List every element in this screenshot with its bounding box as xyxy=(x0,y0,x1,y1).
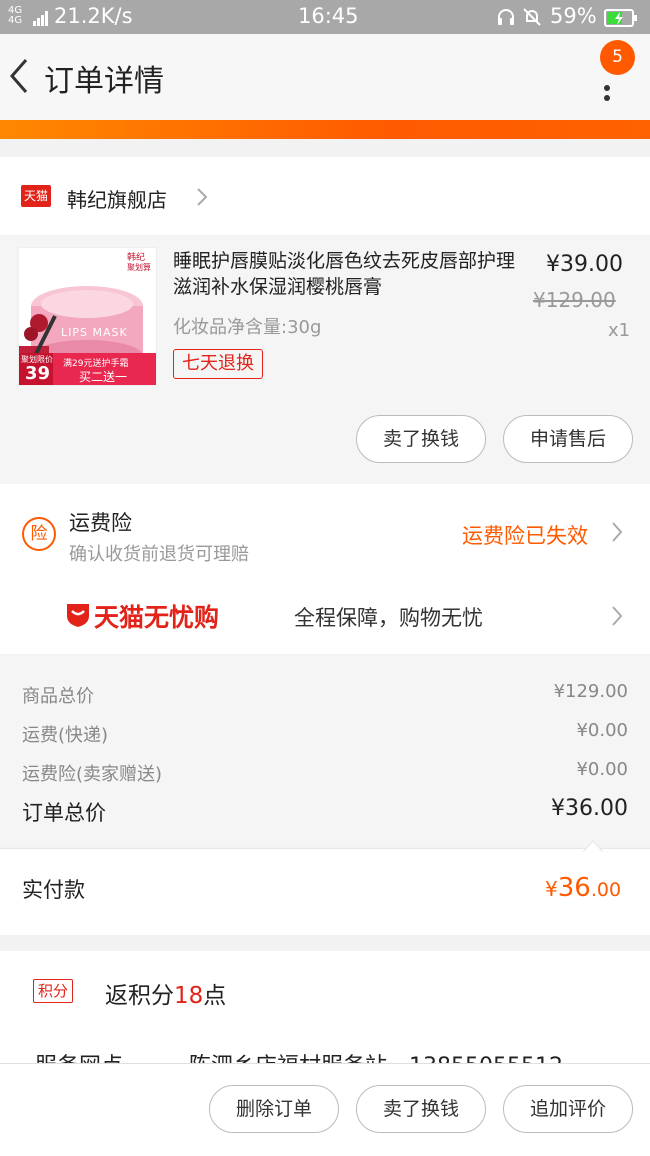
paid-currency: ¥ xyxy=(545,877,558,901)
signal-label: 4G 4G xyxy=(8,5,23,26)
paid-label: 实付款 xyxy=(22,878,85,902)
paid-main: 36 xyxy=(557,873,591,903)
sell-for-cash-button[interactable]: 卖了换钱 xyxy=(356,1085,486,1133)
delete-order-button[interactable]: 删除订单 xyxy=(209,1085,339,1133)
summary-label-goods: 商品总价 xyxy=(22,686,94,707)
thumb-deal-price: 39 xyxy=(25,363,51,384)
paid-amount: ¥36.00 xyxy=(545,873,621,903)
summary-label-insurance: 运费险(卖家赠送) xyxy=(22,764,163,785)
points-text: 返积分18点 xyxy=(105,976,226,1010)
notification-badge: 5 xyxy=(600,40,635,75)
after-sale-button[interactable]: 申请售后 xyxy=(503,415,633,463)
tmall-logo: 天猫 xyxy=(21,185,51,207)
product-name[interactable]: 睡眠护唇膜贴淡化唇色纹去死皮唇部护理滋润补水保湿润樱桃唇膏 xyxy=(173,248,528,300)
insurance-title: 运费险 xyxy=(69,511,132,535)
sell-for-cash-button[interactable]: 卖了换钱 xyxy=(356,415,486,463)
product-quantity: x1 xyxy=(608,320,631,341)
product-thumbnail[interactable]: 韩纪 聚划算 LIPS MASK 聚划限价 39 满29元送护手霜 买二送一 xyxy=(18,247,157,386)
summary-value-goods: ¥129.00 xyxy=(553,681,628,702)
shop-name[interactable]: 韩纪旗舰店 xyxy=(67,184,167,213)
thumb-mask-label: LIPS MASK xyxy=(61,326,128,339)
signal-icon xyxy=(32,8,50,32)
chevron-right-icon xyxy=(194,186,210,208)
paid-cents: .00 xyxy=(590,879,622,901)
insurance-status-link[interactable]: 运费险已失效 xyxy=(462,520,588,550)
status-bar: 4G 4G 21.2K/s 16:45 59% xyxy=(0,0,650,34)
summary-label-shipping: 运费(快递) xyxy=(22,725,109,746)
points-count: 18 xyxy=(174,983,204,1009)
page-title: 订单详情 xyxy=(44,64,164,99)
header: 订单详情 xyxy=(0,34,650,120)
network-speed: 21.2K/s xyxy=(54,4,133,28)
shield-icon xyxy=(64,600,92,628)
add-review-button[interactable]: 追加评价 xyxy=(503,1085,633,1133)
summary-value-shipping: ¥0.00 xyxy=(576,720,628,741)
insurance-subtitle: 确认收货前退货可理赔 xyxy=(69,544,249,565)
chevron-right-icon xyxy=(610,604,624,628)
order-progress-strip xyxy=(0,120,650,139)
battery-percent: 59% xyxy=(550,4,597,28)
caret-up-icon xyxy=(582,837,604,853)
order-total-label: 订单总价 xyxy=(22,801,106,825)
mute-bell-icon xyxy=(522,7,542,32)
points-tag: 积分 xyxy=(33,979,74,1003)
points-prefix: 返积分 xyxy=(105,983,174,1009)
product-spec: 化妆品净含量:30g xyxy=(173,317,322,338)
thumb-sub: 聚划算 xyxy=(127,263,151,272)
clock: 16:45 xyxy=(298,4,359,28)
wuyou-description[interactable]: 全程保障，购物无忧 xyxy=(294,602,483,632)
back-icon[interactable] xyxy=(6,56,36,96)
thumb-bogo: 买二送一 xyxy=(79,370,128,384)
headset-icon xyxy=(496,7,516,32)
points-suffix: 点 xyxy=(203,983,227,1009)
order-total-value: ¥36.00 xyxy=(551,796,628,821)
product-original-price: ¥129.00 xyxy=(533,288,616,312)
summary-value-insurance: ¥0.00 xyxy=(576,759,628,780)
battery-icon xyxy=(604,8,638,32)
return-policy-tag: 七天退换 xyxy=(173,349,263,379)
wuyou-brand[interactable]: 天猫无忧购 xyxy=(94,598,219,634)
product-price: ¥39.00 xyxy=(546,252,623,277)
insurance-icon: 险 xyxy=(22,517,56,551)
chevron-right-icon xyxy=(610,520,624,544)
